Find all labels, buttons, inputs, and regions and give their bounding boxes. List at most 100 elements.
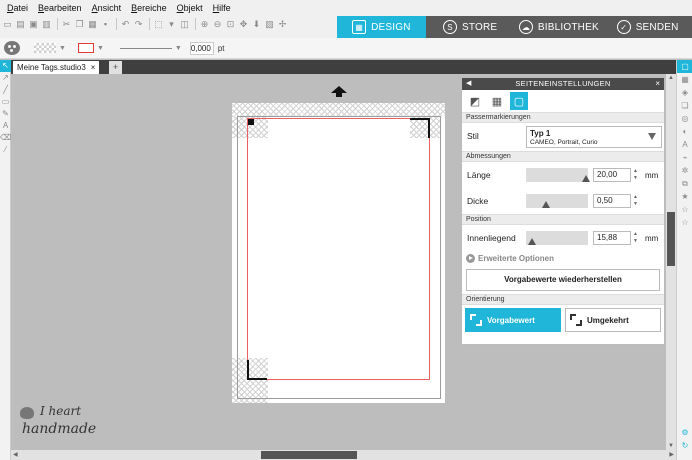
rectangle-tool-icon[interactable]: ▭ (0, 96, 11, 108)
open-folder-icon[interactable]: ▤ (15, 19, 26, 30)
stil-value: Typ 1 (530, 129, 551, 138)
page-setup-icon[interactable]: ▢ (677, 60, 692, 73)
refresh-icon[interactable]: ↻ (677, 439, 692, 452)
laenge-input[interactable]: 20,00 (593, 168, 631, 182)
cut-area-border (247, 118, 430, 380)
dicke-input[interactable]: 0,50 (593, 194, 631, 208)
send-check-icon: ✓ (616, 20, 631, 34)
dicke-slider[interactable] (526, 194, 588, 208)
modify-icon[interactable]: ⧉ (677, 177, 692, 190)
library-icon[interactable]: ☆ (677, 216, 692, 229)
scroll-up-icon[interactable]: ▲ (668, 75, 674, 81)
line-style-sample[interactable] (119, 47, 172, 49)
settings-gear-icon[interactable]: ⚙ (677, 426, 692, 439)
scroll-left-icon[interactable]: ◀ (13, 451, 18, 458)
new-document-icon[interactable]: ▭ (2, 19, 13, 30)
mode-store[interactable]: S STORE (425, 16, 515, 38)
offset-icon[interactable]: ◎ (677, 112, 692, 125)
spinner-icon[interactable]: ▲ ▼ (633, 194, 638, 208)
slider-knob[interactable] (542, 201, 550, 208)
laenge-slider[interactable] (526, 168, 590, 182)
edit-points-icon[interactable]: ↗ (0, 72, 11, 84)
menu-ansicht[interactable]: Ansicht (87, 3, 127, 13)
pan-icon[interactable]: ✢ (277, 19, 288, 30)
innen-slider[interactable] (526, 231, 588, 245)
group-icon[interactable]: ◫ (179, 19, 190, 30)
scroll-right-icon[interactable]: ▶ (669, 451, 674, 458)
orientation-default-button[interactable]: Vorgabewert (465, 308, 561, 332)
stil-select[interactable]: Typ 1 CAMEO, Portrait, Curio (526, 126, 662, 148)
fit-page-icon[interactable]: ⬇ (251, 19, 262, 30)
add-tab-button[interactable]: + (109, 61, 122, 74)
select-tool-icon[interactable]: ⬚ (153, 19, 164, 30)
eraser-tool-icon[interactable]: ⌫ (0, 132, 11, 144)
line-width-input[interactable]: 0,000 (189, 41, 214, 55)
delete-icon[interactable]: ▪ (100, 19, 111, 30)
grid-icon: ▦ (352, 20, 367, 34)
print-icon[interactable]: ▥ (41, 19, 52, 30)
vertical-scrollbar[interactable]: ▲ ▼ (666, 74, 676, 450)
save-icon[interactable]: ▣ (28, 19, 39, 30)
horizontal-scrollbar[interactable]: ◀ ▶ (11, 450, 676, 460)
text-style-icon[interactable]: A (677, 138, 692, 151)
zoom-out-icon[interactable]: ⊖ (212, 19, 223, 30)
undo-icon[interactable]: ↶ (120, 19, 131, 30)
line-tool-icon[interactable]: ╱ (0, 84, 11, 96)
spinner-icon[interactable]: ▲ ▼ (633, 231, 638, 245)
mode-bibliothek[interactable]: ☁ BIBLIOTHEK (514, 16, 604, 38)
reset-defaults-button[interactable]: Vorgabewerte wiederherstellen (466, 269, 660, 291)
chevron-down-icon[interactable]: ▼ (97, 45, 104, 52)
transform-icon[interactable]: ◈ (677, 86, 692, 99)
scroll-down-icon[interactable]: ▼ (668, 443, 674, 449)
text-tool-icon[interactable]: A (0, 120, 11, 132)
media-icon[interactable]: ◩ (466, 92, 484, 110)
palette-icon[interactable] (4, 41, 20, 55)
close-icon[interactable]: × (91, 61, 96, 74)
menu-objekt[interactable]: Objekt (172, 3, 208, 13)
grid-settings-icon[interactable]: ▦ (488, 92, 506, 110)
menu-bearbeiten[interactable]: Bearbeiten (33, 3, 87, 13)
close-icon[interactable]: × (655, 78, 660, 90)
replicate-icon[interactable]: ❏ (677, 99, 692, 112)
orientation-reverse-button[interactable]: Umgekehrt (565, 308, 661, 332)
document-tab[interactable]: Meine Tags.studio3 × (13, 61, 100, 74)
sparkle-icon[interactable]: ✲ (677, 164, 692, 177)
zoom-fit-icon[interactable]: ⊡ (225, 19, 236, 30)
menu-datei[interactable]: Datei (2, 3, 33, 13)
cut-icon[interactable]: ✂ (61, 19, 72, 30)
mode-senden[interactable]: ✓ SENDEN (603, 16, 692, 38)
vertical-scroll-thumb[interactable] (667, 212, 675, 266)
copy-icon[interactable]: ❐ (74, 19, 85, 30)
favorites-icon[interactable]: ☆ (677, 203, 692, 216)
mode-design[interactable]: ▦ DESIGN (337, 16, 426, 38)
dropdown-arrow-icon[interactable]: ▾ (166, 19, 177, 30)
chevron-down-icon (648, 133, 656, 140)
line-color-swatch[interactable] (77, 43, 94, 53)
paste-icon[interactable]: ▦ (87, 19, 98, 30)
zoom-in-icon[interactable]: ⊕ (199, 19, 210, 30)
slider-knob[interactable] (582, 175, 590, 182)
knife-tool-icon[interactable]: ⁄ (0, 144, 11, 156)
innen-input[interactable]: 15,88 (593, 231, 631, 245)
spinner-icon[interactable]: ▲ ▼ (633, 168, 638, 182)
pointer-tool-icon[interactable]: ↖ (0, 60, 11, 72)
store-icon: S (442, 20, 457, 34)
slider-knob[interactable] (528, 238, 536, 245)
advanced-options-toggle[interactable]: Erweiterte Optionen (462, 251, 664, 267)
menu-bereiche[interactable]: Bereiche (126, 3, 172, 13)
fill-icon[interactable]: ◐ (677, 125, 692, 138)
chevron-down-icon[interactable]: ▼ (59, 45, 66, 52)
chevron-down-icon[interactable]: ▼ (175, 45, 182, 52)
zoom-page-icon[interactable]: ▧ (264, 19, 275, 30)
registration-marks-icon[interactable]: ▢ (510, 92, 528, 110)
fill-color-swatch[interactable] (34, 43, 56, 53)
redo-icon[interactable]: ↷ (133, 19, 144, 30)
pencil-tool-icon[interactable]: ✎ (0, 108, 11, 120)
trace-icon[interactable]: ⌁ (677, 151, 692, 164)
menu-hilfe[interactable]: Hilfe (208, 3, 236, 13)
star-icon[interactable]: ★ (677, 190, 692, 203)
zoom-drag-icon[interactable]: ✥ (238, 19, 249, 30)
grid-icon[interactable]: ▦ (677, 73, 692, 86)
horizontal-scroll-thumb[interactable] (261, 451, 357, 459)
document-tab-label: Meine Tags.studio3 (17, 63, 86, 72)
